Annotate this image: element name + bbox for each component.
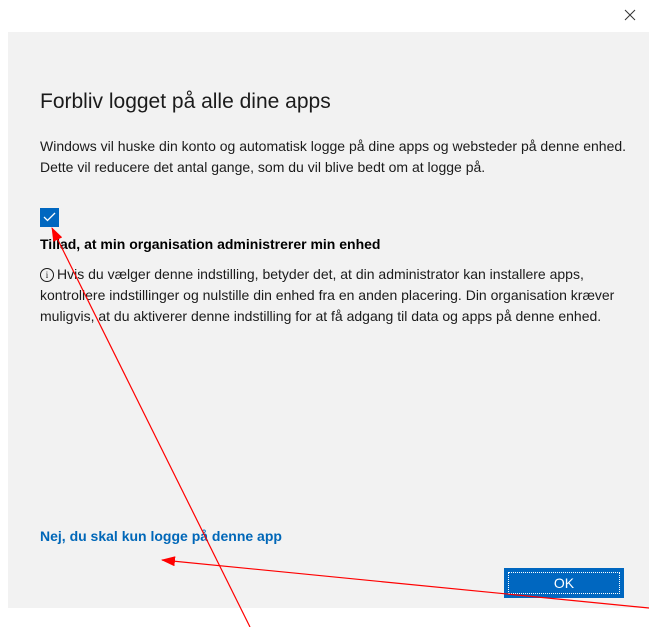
this-app-only-link[interactable]: Nej, du skal kun logge på denne app [40,528,282,544]
dialog-description: Windows vil huske din konto og automatis… [40,138,627,175]
info-paragraph: i Hvis du vælger denne indstilling, betyd… [40,264,632,327]
manage-device-checkbox-label[interactable]: Tillad, at min organisation administrere… [40,236,380,252]
info-text: Hvis du vælger denne indstilling, betyde… [40,266,615,324]
close-button[interactable] [619,6,641,28]
dialog-title: Forbliv logget på alle dine apps [40,90,331,113]
checkmark-icon [43,209,56,227]
manage-device-checkbox[interactable] [40,208,59,227]
info-icon: i [40,268,54,282]
dialog-panel: Forbliv logget på alle dine apps Windows… [8,32,649,608]
ok-button[interactable]: OK [504,568,624,598]
close-icon [624,8,636,26]
